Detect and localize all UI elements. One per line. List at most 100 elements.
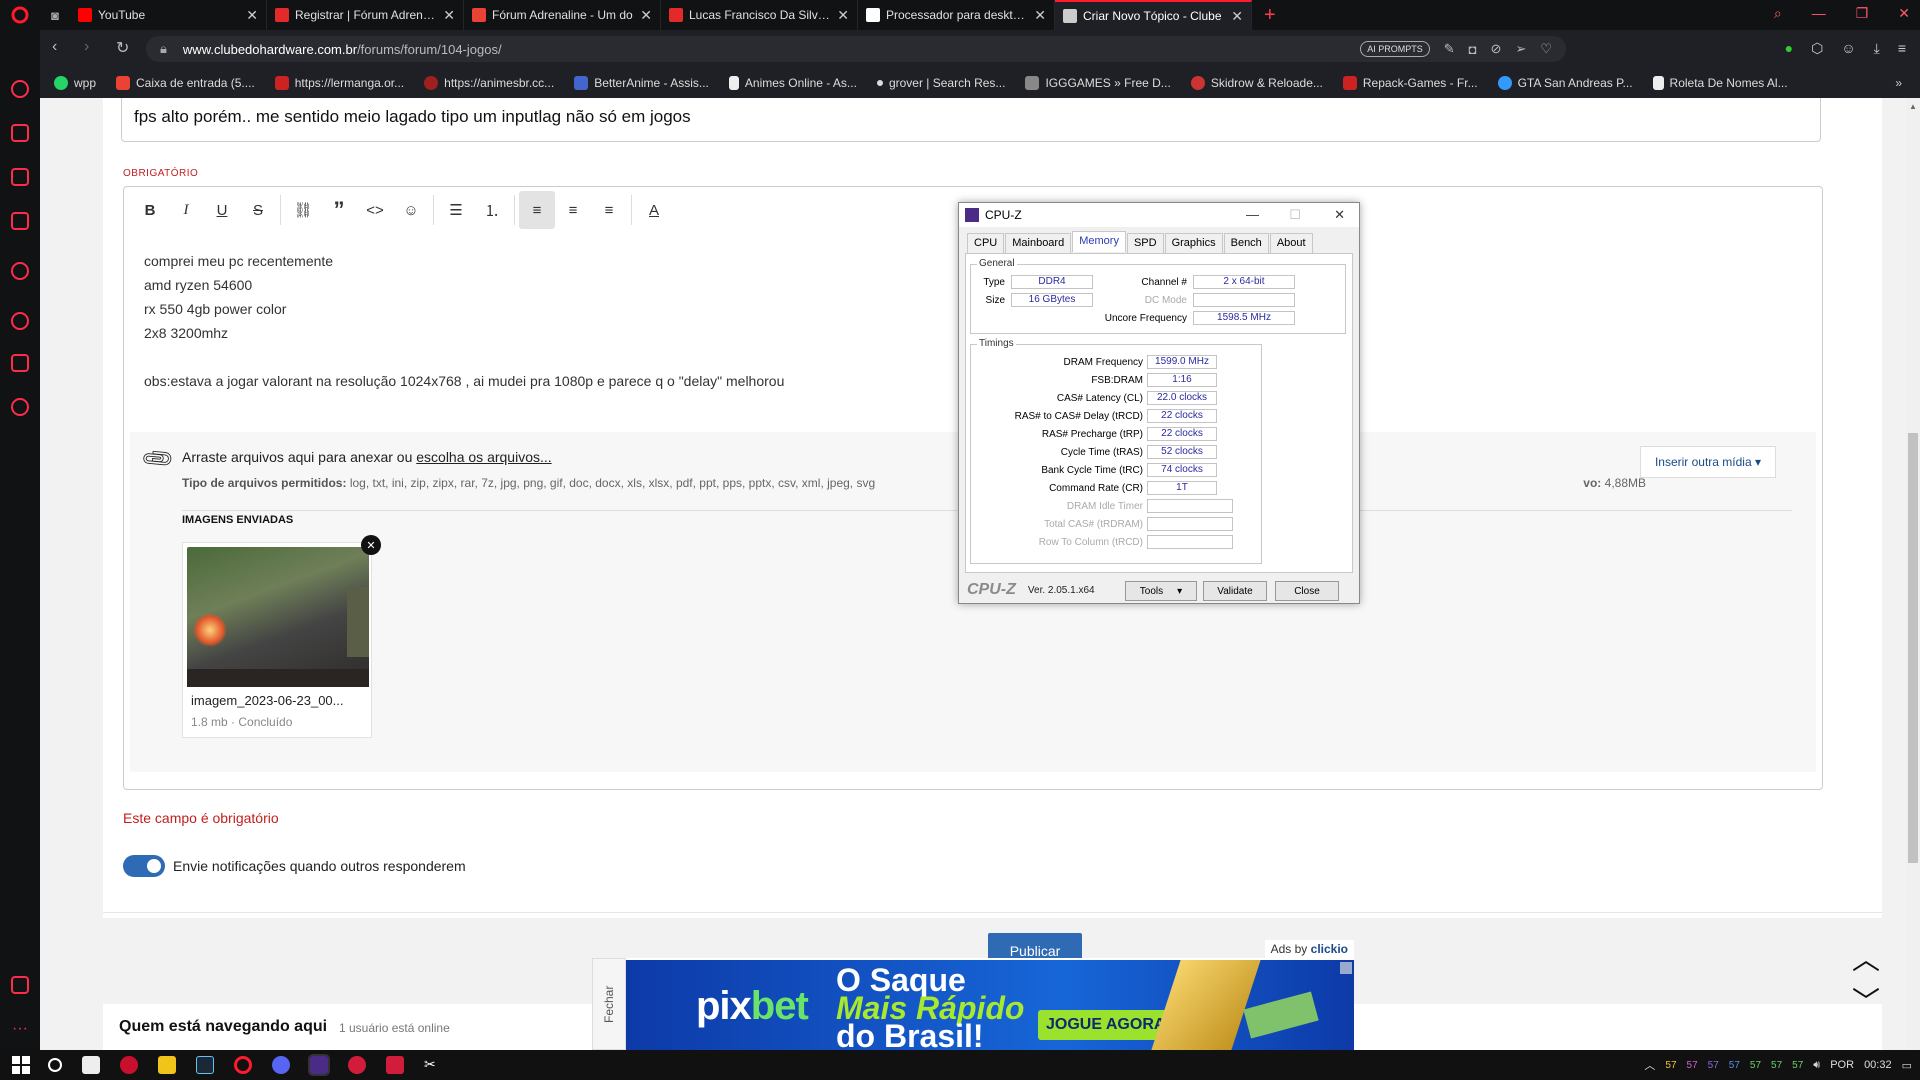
underline-icon[interactable]: U — [204, 191, 240, 229]
discord-icon[interactable] — [11, 212, 29, 230]
editor-body[interactable]: comprei meu pc recentemente amd ryzen 54… — [144, 249, 784, 393]
back-icon[interactable]: ‹ — [52, 38, 57, 56]
url-field[interactable]: 🔒︎ www.clubedohardware.com.br/forums/for… — [146, 36, 1566, 62]
cpuz-close-icon[interactable]: ✕ — [1334, 207, 1345, 223]
cpuz-tab-memory[interactable]: Memory — [1072, 231, 1126, 252]
wallpaper-icon[interactable] — [11, 976, 29, 994]
steam-icon[interactable] — [196, 1056, 214, 1074]
cpuz-maximize-icon[interactable]: ☐ — [1289, 207, 1301, 223]
bookmark-animes-online[interactable]: Animes Online - As... — [728, 76, 857, 90]
emoji-icon[interactable]: ☺ — [393, 191, 429, 229]
tools-button[interactable]: Tools ▾ — [1125, 581, 1197, 601]
twitch-icon[interactable] — [11, 168, 29, 186]
search-icon[interactable] — [48, 1058, 62, 1072]
image-thumbnail[interactable] — [187, 547, 369, 687]
clock[interactable]: 00:32 — [1864, 1059, 1892, 1071]
remove-image-icon[interactable]: ✕ — [361, 535, 381, 555]
gamepad-icon[interactable]: ◙ — [40, 8, 70, 23]
restore-icon[interactable]: ❐ — [1856, 5, 1869, 22]
italic-icon[interactable]: I — [168, 191, 204, 229]
windows-start-icon[interactable] — [12, 1056, 30, 1074]
cpuz-tab-bench[interactable]: Bench — [1223, 233, 1269, 254]
cpuz-titlebar[interactable]: CPU-Z — ☐ ✕ — [959, 203, 1359, 227]
tab-youtube[interactable]: YouTube ✕ — [70, 0, 267, 30]
close-button[interactable]: Close — [1275, 581, 1339, 601]
strikethrough-icon[interactable]: S — [240, 191, 276, 229]
tab-lucas[interactable]: Lucas Francisco Da Silva | F ✕ — [661, 0, 858, 30]
player-icon[interactable] — [11, 262, 29, 280]
ad-banner[interactable]: Ads by clickio Fechar pixbet O Saque Mai… — [592, 940, 1354, 1050]
close-tab-icon[interactable]: ✕ — [1034, 7, 1046, 24]
bookmark-wpp[interactable]: wpp — [54, 76, 96, 90]
scroll-down-icon[interactable]: ﹀ — [1852, 980, 1880, 1020]
tab-criar-topico[interactable]: Criar Novo Tópico - Clube ✕ — [1055, 0, 1252, 30]
bookmark-skidrow[interactable]: Skidrow & Reloade... — [1190, 76, 1323, 90]
tray-expand-icon[interactable]: ︿ — [1644, 1057, 1655, 1073]
close-window-icon[interactable]: ✕ — [1898, 5, 1910, 22]
minimize-icon[interactable]: — — [1812, 5, 1826, 22]
bookmark-grover[interactable]: grover | Search Res... — [876, 76, 1005, 90]
discord-icon[interactable] — [272, 1056, 290, 1074]
adblock-icon[interactable]: ⊘ — [1491, 41, 1502, 57]
opera-logo-icon[interactable] — [0, 0, 40, 30]
bookmark-betteranime[interactable]: BetterAnime - Assis... — [574, 76, 709, 90]
file-explorer-icon[interactable] — [158, 1056, 176, 1074]
bullet-list-icon[interactable]: ☰ — [438, 191, 474, 229]
cube-icon[interactable]: ⬡ — [1811, 40, 1823, 57]
align-right-icon[interactable]: ≡ — [591, 191, 627, 229]
history-icon[interactable] — [11, 312, 29, 330]
notify-toggle[interactable] — [123, 855, 165, 877]
uploaded-image-card[interactable]: ✕ imagem_2023-06-23_00... 1.8 mb · Concl… — [182, 535, 381, 738]
camera-icon[interactable]: ◘ — [1469, 42, 1477, 57]
link-icon[interactable]: ⛓ — [285, 191, 321, 229]
tab-registrar[interactable]: Registrar | Fórum Adrenalin ✕ — [267, 0, 464, 30]
adchoices-icon[interactable] — [1340, 962, 1352, 974]
bookmark-repack[interactable]: Repack-Games - Fr... — [1342, 76, 1478, 90]
search-tabs-icon[interactable]: ⌕ — [1774, 5, 1782, 22]
taskview-icon[interactable] — [82, 1056, 100, 1074]
settings-icon[interactable] — [11, 398, 29, 416]
extensions-icon[interactable] — [11, 354, 29, 372]
cpuz-tab-about[interactable]: About — [1269, 233, 1313, 254]
close-tab-icon[interactable]: ✕ — [1231, 8, 1243, 25]
tab-processador[interactable]: Processador para desktop A ✕ — [858, 0, 1055, 30]
bold-icon[interactable]: B — [132, 191, 168, 229]
ad-cta-button[interactable]: JOGUE AGORA — [1038, 1010, 1174, 1040]
profile-icon[interactable]: ☺ — [1841, 40, 1855, 57]
shopping-icon[interactable] — [11, 124, 29, 142]
forward-icon[interactable]: › — [84, 38, 89, 56]
app2-icon[interactable] — [348, 1056, 366, 1074]
validate-button[interactable]: Validate — [1203, 581, 1267, 601]
opera-gx-icon[interactable] — [234, 1056, 252, 1074]
cpuz-taskbar-icon[interactable] — [308, 1054, 330, 1076]
reload-icon[interactable]: ↻ — [116, 38, 129, 58]
font-color-icon[interactable]: A — [636, 191, 672, 229]
menu-icon[interactable]: ≡ — [1898, 40, 1906, 57]
send-icon[interactable]: ➢ — [1515, 41, 1526, 57]
numbered-list-icon[interactable]: ⒈ — [474, 191, 510, 229]
close-tab-icon[interactable]: ✕ — [246, 7, 258, 24]
language-indicator[interactable]: POR — [1830, 1059, 1854, 1071]
app4-icon[interactable]: ✂ — [424, 1056, 442, 1074]
choose-files-link[interactable]: escolha os arquivos... — [416, 449, 551, 465]
app3-icon[interactable] — [386, 1056, 404, 1074]
align-center-icon[interactable]: ≡ — [555, 191, 591, 229]
ad-creative[interactable]: pixbet O Saque Mais Rápido do Brasil! JO… — [626, 960, 1354, 1050]
insert-media-button[interactable]: Inserir outra mídia ▾ — [1639, 446, 1776, 478]
new-tab-button[interactable]: + — [1264, 4, 1276, 27]
tab-forum-adrenaline[interactable]: Fórum Adrenaline - Um do ✕ — [464, 0, 661, 30]
speed-dial-icon[interactable] — [11, 80, 29, 98]
quote-icon[interactable]: ” — [321, 191, 357, 229]
bookmark-lermanga[interactable]: https://lermanga.or... — [274, 76, 404, 90]
cpuz-tab-cpu[interactable]: CPU — [967, 233, 1005, 254]
vpn-icon[interactable]: ● — [1785, 40, 1793, 57]
topic-title-input[interactable]: fps alto porém.. me sentido meio lagado … — [121, 98, 1821, 142]
volume-icon[interactable]: 🔊︎ — [1813, 1059, 1820, 1072]
code-icon[interactable]: <> — [357, 191, 393, 229]
cpuz-minimize-icon[interactable]: — — [1246, 207, 1259, 222]
align-left-icon[interactable]: ≡ — [519, 191, 555, 229]
bookmark-gmail[interactable]: Caixa de entrada (5.... — [116, 76, 255, 90]
close-tab-icon[interactable]: ✕ — [443, 7, 455, 24]
cpuz-tab-graphics[interactable]: Graphics — [1164, 233, 1223, 254]
close-tab-icon[interactable]: ✕ — [837, 7, 849, 24]
